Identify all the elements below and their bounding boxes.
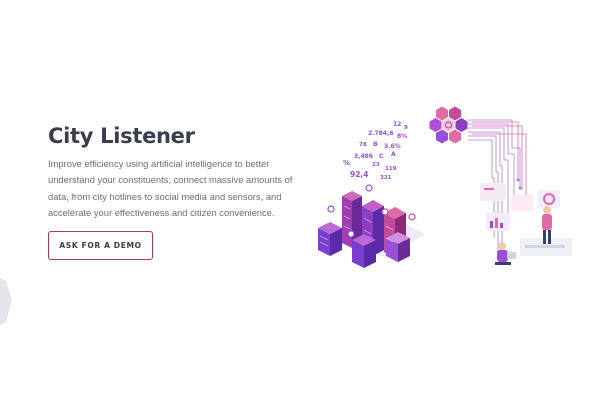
data-label: 3.6%: [384, 143, 401, 150]
data-label: A: [391, 151, 396, 158]
data-label: 78: [359, 142, 367, 148]
data-label: 321: [380, 175, 392, 181]
floating-data: 12 9 2.784,6 8% 78 B 3.6% 3,486 C A % 23…: [343, 121, 408, 181]
data-label: 12: [393, 121, 401, 128]
data-label: 23: [372, 162, 380, 168]
data-label: C: [379, 153, 384, 160]
isometric-city: [318, 184, 425, 268]
ask-for-demo-button[interactable]: ASK FOR A DEMO: [48, 231, 153, 260]
data-label: %: [343, 159, 350, 167]
page-title: City Listener: [48, 124, 195, 148]
data-label: 9: [404, 125, 408, 131]
hero-description: Improve efficiency using artificial inte…: [48, 158, 293, 218]
data-label: 2.784,6: [368, 130, 393, 137]
city-data-illustration: 12 9 2.784,6 8% 78 B 3.6% 3,486 C A % 23…: [318, 106, 572, 268]
data-label: 119: [385, 166, 397, 172]
hexagon-cluster: [429, 106, 468, 144]
hero-text: City Listener Improve efficiency using a…: [48, 121, 300, 221]
data-label: 8%: [397, 133, 407, 140]
data-label: 92,4: [350, 170, 369, 179]
data-label: 3,486: [354, 153, 373, 160]
data-label: B: [373, 141, 378, 148]
decorative-hexagon-shape: [0, 278, 12, 325]
